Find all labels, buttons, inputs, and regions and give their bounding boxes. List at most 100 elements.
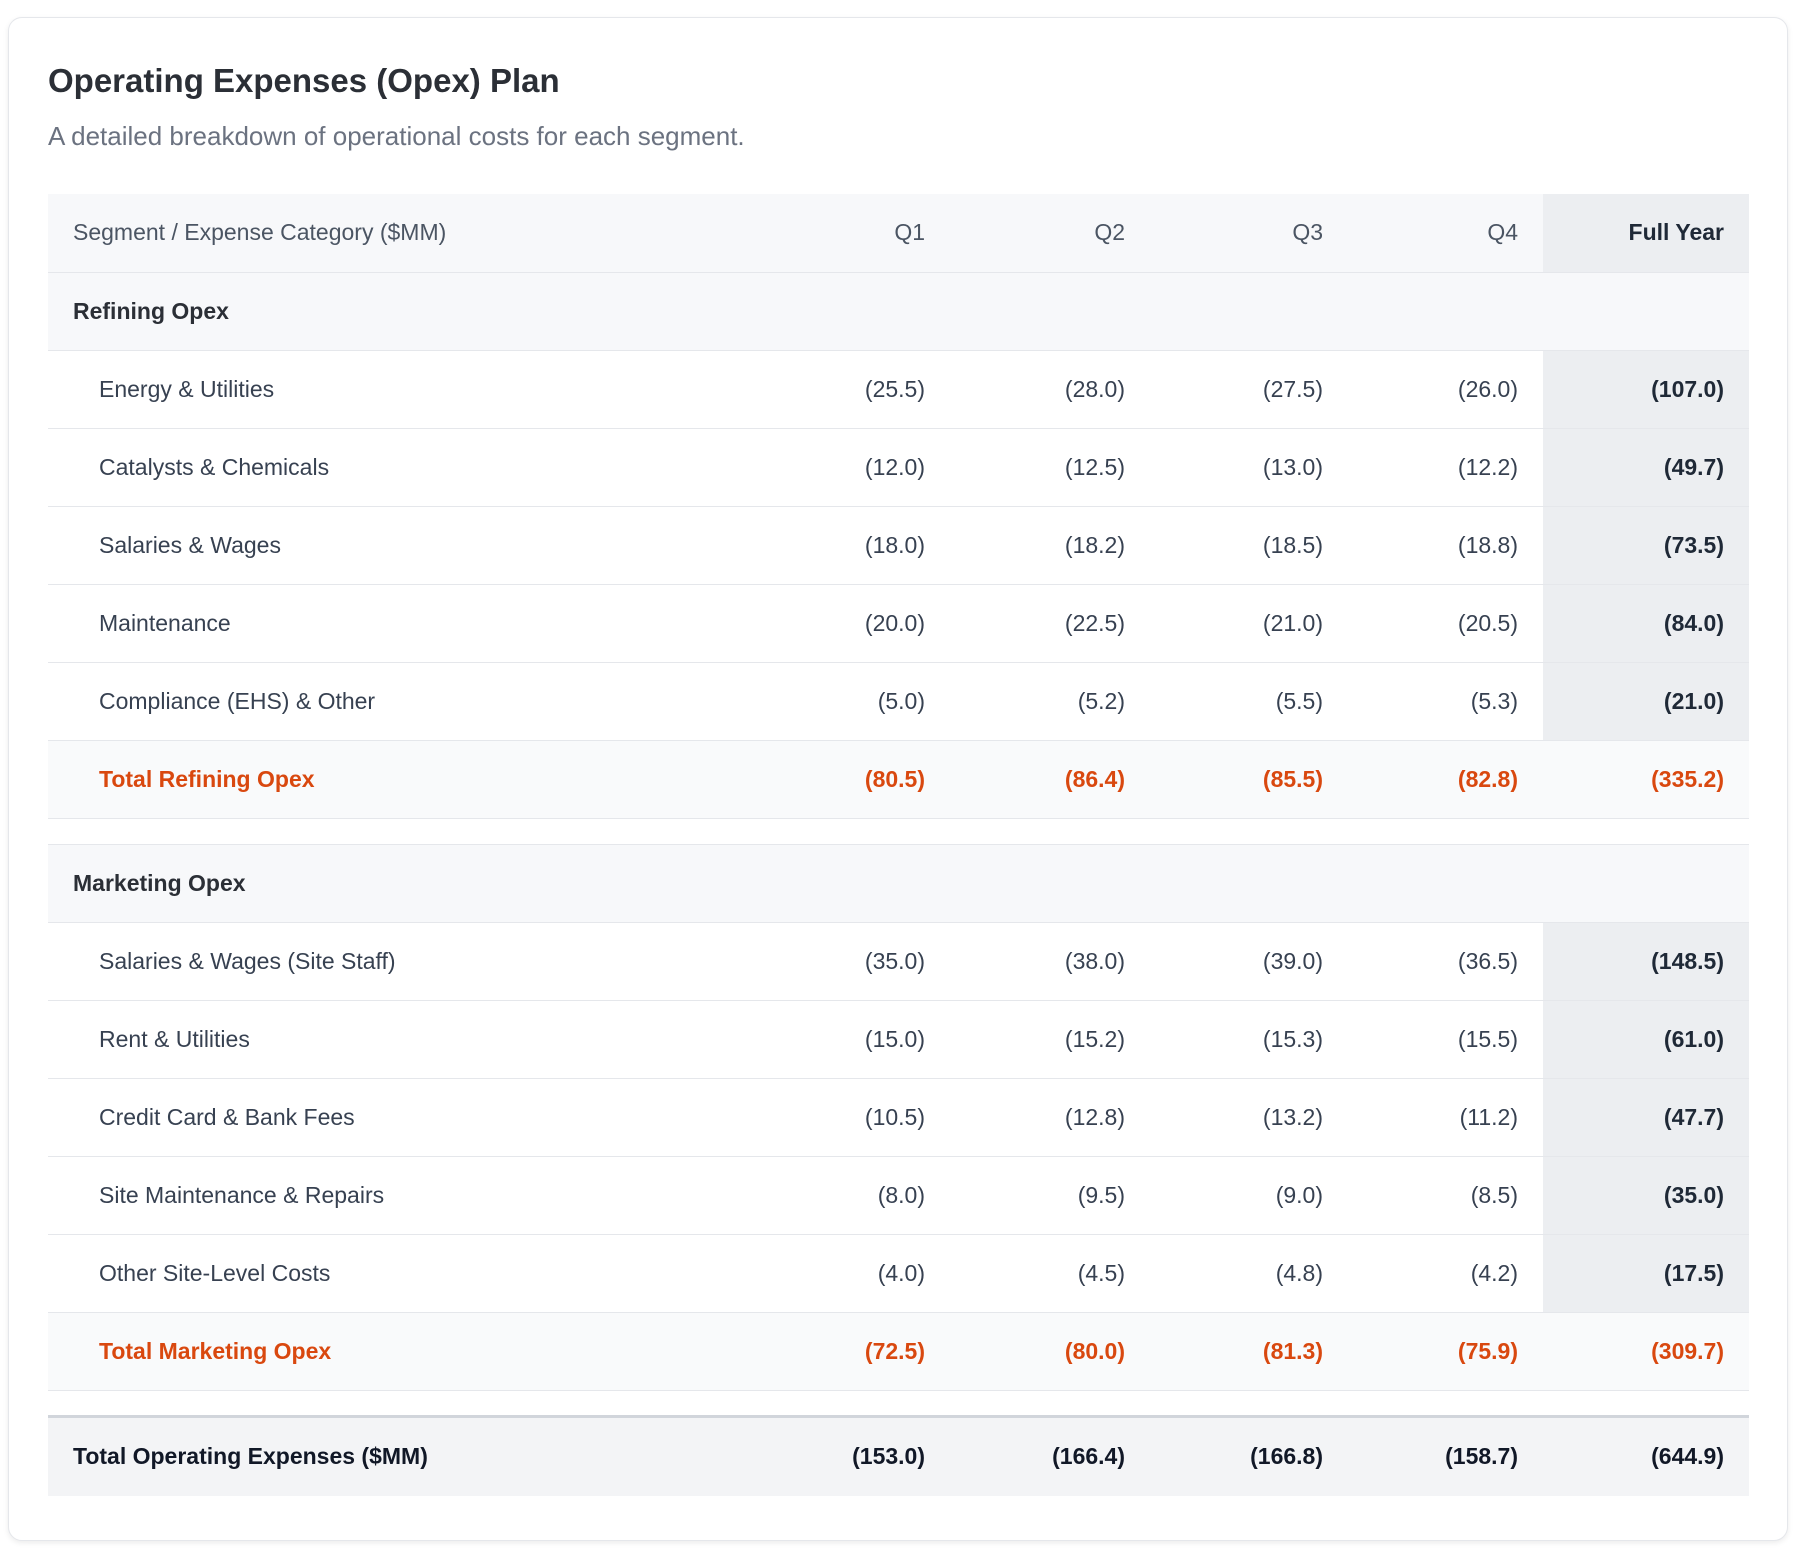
subtotal-q2: (80.0) xyxy=(950,1312,1150,1391)
header-q4: Q4 xyxy=(1348,194,1543,273)
subtotal-q2: (86.4) xyxy=(950,740,1150,819)
cell-q1: (5.0) xyxy=(750,662,950,741)
subtotal-q3: (85.5) xyxy=(1150,740,1348,819)
cell-q2: (5.2) xyxy=(950,662,1150,741)
grand-total-q3: (166.8) xyxy=(1150,1414,1348,1496)
cell-q1: (15.0) xyxy=(750,1000,950,1079)
grand-total-q2: (166.4) xyxy=(950,1414,1150,1496)
grand-total-row: Total Operating Expenses ($MM) (153.0) (… xyxy=(48,1414,1749,1496)
cell-q4: (12.2) xyxy=(1348,428,1543,507)
table-row: Credit Card & Bank Fees (10.5) (12.8) (1… xyxy=(48,1078,1749,1157)
group-label: Refining Opex xyxy=(48,272,1749,351)
cell-q3: (15.3) xyxy=(1150,1000,1348,1079)
cell-q4: (26.0) xyxy=(1348,350,1543,429)
page-title: Operating Expenses (Opex) Plan xyxy=(48,62,560,99)
grand-total-full-year: (644.9) xyxy=(1543,1414,1749,1496)
cell-q3: (18.5) xyxy=(1150,506,1348,585)
cell-q4: (11.2) xyxy=(1348,1078,1543,1157)
subtotal-q1: (72.5) xyxy=(750,1312,950,1391)
grand-total-q1: (153.0) xyxy=(750,1414,950,1496)
subtotal-label: Total Refining Opex xyxy=(48,740,750,819)
table-row: Rent & Utilities (15.0) (15.2) (15.3) (1… xyxy=(48,1000,1749,1079)
cell-full-year: (73.5) xyxy=(1543,506,1749,585)
opex-table: Segment / Expense Category ($MM) Q1 Q2 Q… xyxy=(48,194,1749,1496)
cell-q4: (8.5) xyxy=(1348,1156,1543,1235)
section-spacer xyxy=(48,818,1749,845)
cell-q4: (18.8) xyxy=(1348,506,1543,585)
group-label: Marketing Opex xyxy=(48,844,1749,923)
cell-q1: (12.0) xyxy=(750,428,950,507)
cell-full-year: (21.0) xyxy=(1543,662,1749,741)
cell-q2: (4.5) xyxy=(950,1234,1150,1313)
row-label: Other Site-Level Costs xyxy=(48,1234,750,1313)
subtotal-q3: (81.3) xyxy=(1150,1312,1348,1391)
table-header-row: Segment / Expense Category ($MM) Q1 Q2 Q… xyxy=(48,194,1749,273)
row-label: Site Maintenance & Repairs xyxy=(48,1156,750,1235)
cell-q4: (36.5) xyxy=(1348,922,1543,1001)
cell-q2: (28.0) xyxy=(950,350,1150,429)
table-row: Salaries & Wages (Site Staff) (35.0) (38… xyxy=(48,922,1749,1001)
row-label: Compliance (EHS) & Other xyxy=(48,662,750,741)
cell-q3: (4.8) xyxy=(1150,1234,1348,1313)
group-row-marketing: Marketing Opex xyxy=(48,844,1749,923)
row-label: Credit Card & Bank Fees xyxy=(48,1078,750,1157)
subtotal-full-year: (335.2) xyxy=(1543,740,1749,819)
cell-q2: (12.5) xyxy=(950,428,1150,507)
subtotal-q4: (82.8) xyxy=(1348,740,1543,819)
table-row: Maintenance (20.0) (22.5) (21.0) (20.5) … xyxy=(48,584,1749,663)
header-full-year: Full Year xyxy=(1543,194,1749,273)
subtotal-row-refining: Total Refining Opex (80.5) (86.4) (85.5)… xyxy=(48,740,1749,819)
cell-q4: (20.5) xyxy=(1348,584,1543,663)
cell-q4: (4.2) xyxy=(1348,1234,1543,1313)
cell-q4: (5.3) xyxy=(1348,662,1543,741)
cell-q3: (21.0) xyxy=(1150,584,1348,663)
row-label: Salaries & Wages xyxy=(48,506,750,585)
cell-q1: (25.5) xyxy=(750,350,950,429)
table-row: Salaries & Wages (18.0) (18.2) (18.5) (1… xyxy=(48,506,1749,585)
row-label: Salaries & Wages (Site Staff) xyxy=(48,922,750,1001)
group-row-refining: Refining Opex xyxy=(48,272,1749,351)
cell-q3: (39.0) xyxy=(1150,922,1348,1001)
grand-total-q4: (158.7) xyxy=(1348,1414,1543,1496)
header-q1: Q1 xyxy=(750,194,950,273)
cell-q1: (10.5) xyxy=(750,1078,950,1157)
cell-q3: (9.0) xyxy=(1150,1156,1348,1235)
cell-full-year: (47.7) xyxy=(1543,1078,1749,1157)
cell-q3: (27.5) xyxy=(1150,350,1348,429)
cell-q2: (18.2) xyxy=(950,506,1150,585)
table-row: Other Site-Level Costs (4.0) (4.5) (4.8)… xyxy=(48,1234,1749,1313)
section-spacer xyxy=(48,1390,1749,1417)
cell-q2: (12.8) xyxy=(950,1078,1150,1157)
cell-full-year: (84.0) xyxy=(1543,584,1749,663)
row-label: Rent & Utilities xyxy=(48,1000,750,1079)
cell-q2: (22.5) xyxy=(950,584,1150,663)
row-label: Maintenance xyxy=(48,584,750,663)
subtotal-q4: (75.9) xyxy=(1348,1312,1543,1391)
table-row: Energy & Utilities (25.5) (28.0) (27.5) … xyxy=(48,350,1749,429)
cell-full-year: (148.5) xyxy=(1543,922,1749,1001)
row-label: Energy & Utilities xyxy=(48,350,750,429)
subtotal-q1: (80.5) xyxy=(750,740,950,819)
cell-q1: (4.0) xyxy=(750,1234,950,1313)
grand-total-label: Total Operating Expenses ($MM) xyxy=(48,1414,750,1496)
cell-full-year: (107.0) xyxy=(1543,350,1749,429)
header-category: Segment / Expense Category ($MM) xyxy=(48,194,750,273)
cell-q2: (15.2) xyxy=(950,1000,1150,1079)
cell-q1: (20.0) xyxy=(750,584,950,663)
cell-full-year: (61.0) xyxy=(1543,1000,1749,1079)
cell-q3: (5.5) xyxy=(1150,662,1348,741)
cell-q2: (38.0) xyxy=(950,922,1150,1001)
cell-q2: (9.5) xyxy=(950,1156,1150,1235)
subtotal-label: Total Marketing Opex xyxy=(48,1312,750,1391)
cell-q3: (13.0) xyxy=(1150,428,1348,507)
subtotal-row-marketing: Total Marketing Opex (72.5) (80.0) (81.3… xyxy=(48,1312,1749,1391)
cell-full-year: (17.5) xyxy=(1543,1234,1749,1313)
cell-full-year: (35.0) xyxy=(1543,1156,1749,1235)
cell-full-year: (49.7) xyxy=(1543,428,1749,507)
opex-card: Operating Expenses (Opex) Plan A detaile… xyxy=(8,17,1788,1541)
table-row: Catalysts & Chemicals (12.0) (12.5) (13.… xyxy=(48,428,1749,507)
cell-q1: (18.0) xyxy=(750,506,950,585)
row-label: Catalysts & Chemicals xyxy=(48,428,750,507)
table-row: Compliance (EHS) & Other (5.0) (5.2) (5.… xyxy=(48,662,1749,741)
subtotal-full-year: (309.7) xyxy=(1543,1312,1749,1391)
